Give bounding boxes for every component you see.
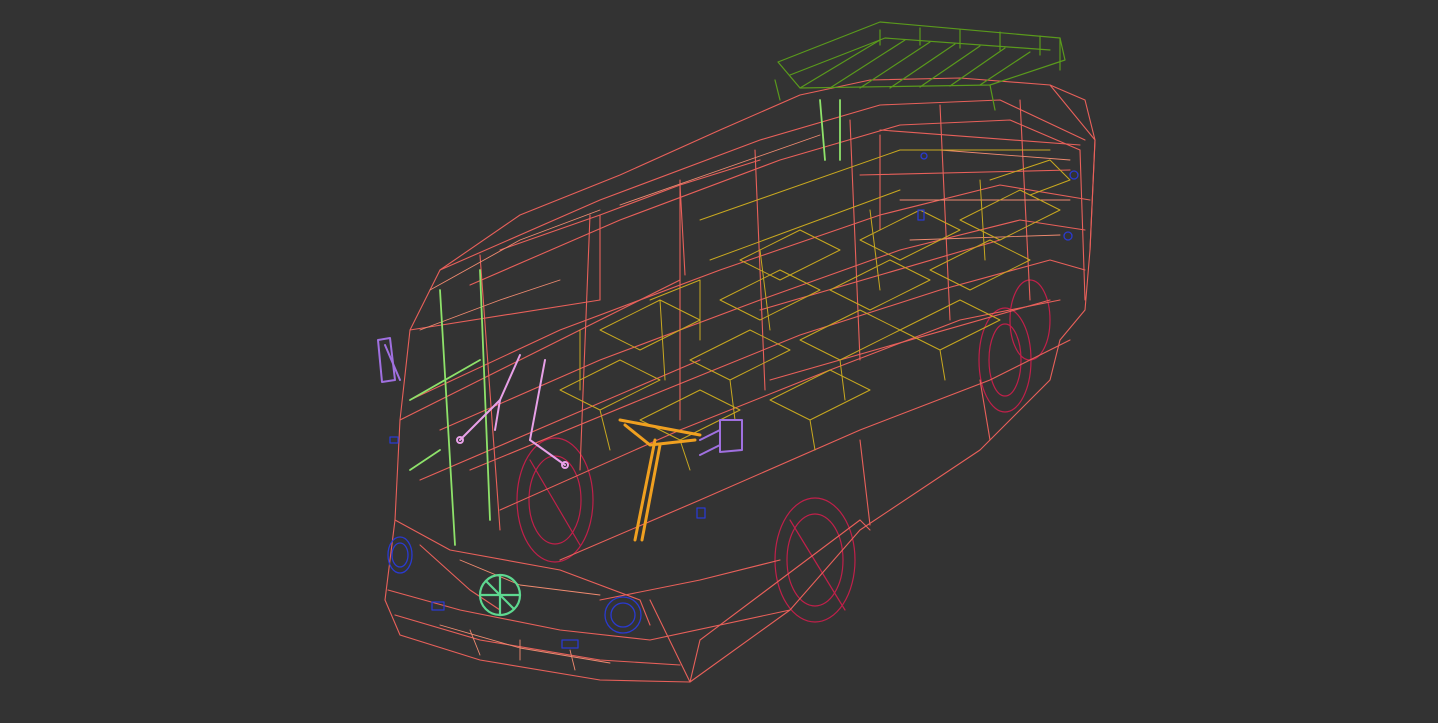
- viewport-background: [0, 0, 1438, 723]
- 3d-viewport[interactable]: [0, 0, 1438, 723]
- front-emblem: [478, 573, 522, 617]
- wireframe-scene[interactable]: [0, 0, 1438, 723]
